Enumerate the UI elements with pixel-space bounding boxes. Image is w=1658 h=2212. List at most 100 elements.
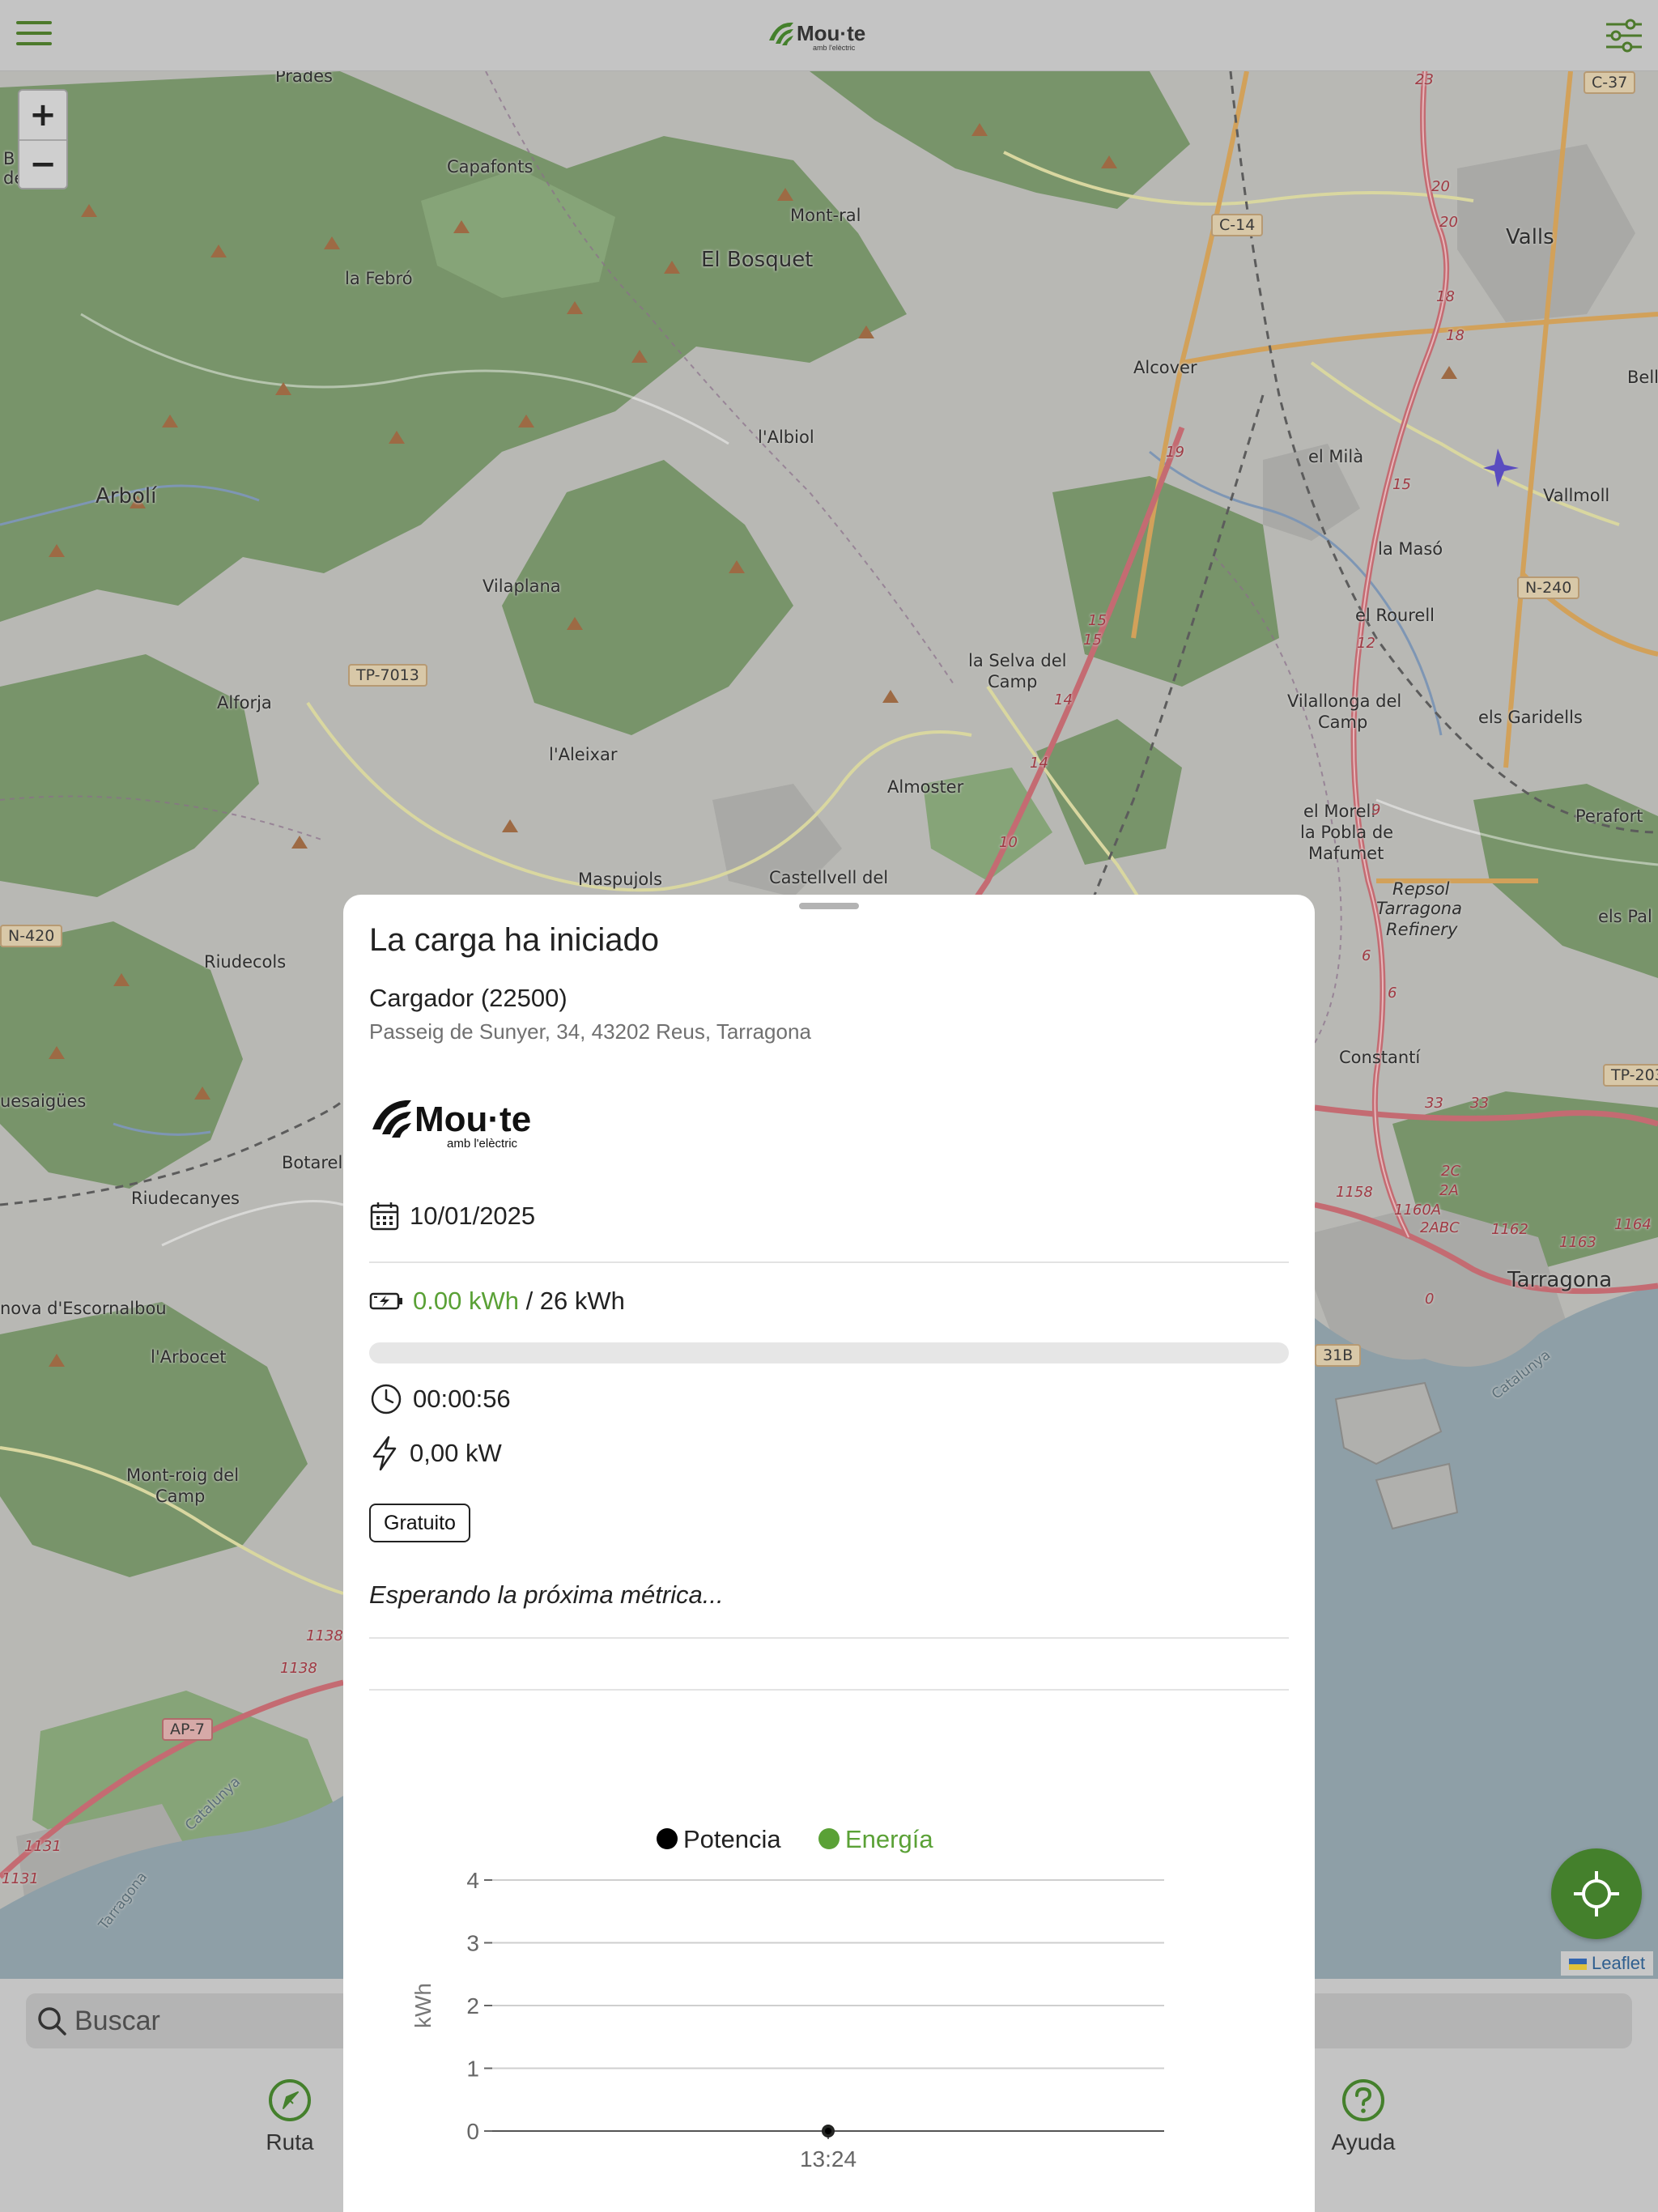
road-number: 6 — [1362, 947, 1371, 964]
map-label-place: Constantí — [1339, 1048, 1421, 1067]
road-shield: TP-203 — [1603, 1064, 1658, 1087]
road-number: 1164 — [1614, 1216, 1652, 1233]
sheet-title: La carga ha iniciado — [369, 922, 660, 958]
map-label-place: Valls — [1506, 225, 1554, 249]
road-number: 9 — [1371, 802, 1381, 819]
map-label-place: Mont-ral — [790, 206, 861, 225]
map-label-poi: Repsol — [1392, 879, 1450, 899]
energy-separator: / — [518, 1287, 540, 1315]
map-label-place: Vallmoll — [1543, 486, 1610, 505]
calendar-icon — [370, 1202, 399, 1231]
road-number: 0 — [1425, 1291, 1435, 1308]
road-number: 15 — [1392, 476, 1411, 493]
locate-me-button[interactable] — [1551, 1848, 1642, 1939]
lightning-bolt-icon — [372, 1436, 397, 1471]
road-number: 1162 — [1491, 1221, 1528, 1238]
y-tick-label: 4 — [466, 1868, 479, 1893]
road-number: 14 — [1030, 755, 1048, 772]
energy-row: 0.00 kWh / 26 kWh — [369, 1287, 625, 1316]
y-axis-label: kWh — [410, 1983, 436, 2028]
nav-route-label: Ruta — [266, 2129, 314, 2155]
road-number: 2ABC — [1420, 1219, 1460, 1236]
map-label-place: la Pobla de — [1300, 823, 1394, 842]
map-label-place: Arbolí — [96, 484, 157, 508]
road-number: 18 — [1436, 288, 1455, 305]
map-label-place: l'Arbocet — [151, 1347, 227, 1367]
ukraine-flag-icon — [1569, 1959, 1587, 1970]
map-attribution[interactable]: Leaflet — [1561, 1951, 1654, 1976]
road-number: 20 — [1431, 178, 1450, 195]
road-number: 1160A — [1394, 1202, 1442, 1219]
operator-logo-subtext: amb l'elèctric — [447, 1137, 518, 1151]
road-number: 2C — [1441, 1163, 1461, 1180]
road-number: 19 — [1166, 444, 1184, 461]
map-label-place: l'Aleixar — [549, 745, 618, 764]
current-power: 0,00 kW — [410, 1439, 502, 1467]
divider — [369, 1261, 1289, 1263]
date-row: 10/01/2025 — [369, 1201, 535, 1231]
map-label-place: Mafumet — [1308, 844, 1384, 863]
map-label-place: nova d'Escornalbou — [0, 1299, 167, 1318]
map-label-place: Camp — [1318, 713, 1368, 732]
road-number: 12 — [1357, 635, 1375, 652]
nav-help-label: Ayuda — [1331, 2129, 1396, 2155]
map-label-place: Mont-roig del — [126, 1465, 240, 1485]
road-shield: TP-7013 — [348, 664, 427, 687]
map-label-place: Maspujols — [578, 870, 663, 889]
road-number: 1158 — [1336, 1184, 1373, 1201]
y-tick-label: 2 — [466, 1993, 479, 2018]
top-app-bar: Mou·te amb l'elèctric — [0, 0, 1658, 71]
road-shield: C-37 — [1584, 71, 1636, 94]
map-label-place: la Febró — [345, 269, 413, 288]
help-question-icon — [1342, 2079, 1384, 2121]
legend-label: Potencia — [683, 1825, 781, 1853]
zoom-control: + − — [18, 89, 68, 189]
road-number: 18 — [1446, 327, 1465, 344]
map-label-place: els Garidells — [1478, 708, 1583, 727]
map-label-place: el Milà — [1308, 447, 1364, 466]
clock-icon — [371, 1384, 402, 1414]
filter-sliders-icon[interactable] — [1605, 18, 1643, 53]
road-number: 15 — [1088, 612, 1107, 629]
nav-help-button[interactable]: Ayuda — [1299, 2078, 1428, 2155]
charger-name: Cargador (22500) — [369, 984, 568, 1012]
nav-route-button[interactable]: Ruta — [225, 2078, 355, 2155]
charger-address: Passeig de Sunyer, 34, 43202 Reus, Tarra… — [369, 1019, 811, 1044]
charging-session-sheet: La carga ha iniciado Cargador (22500) Pa… — [343, 895, 1315, 2212]
map-label-place: Alcover — [1133, 358, 1197, 377]
map-label-place: Castellvell del — [769, 868, 889, 887]
road-number: 23 — [1415, 71, 1434, 88]
map-label-place: la Masó — [1378, 539, 1443, 559]
road-number: 1138 — [280, 1660, 317, 1677]
map-label-place: Tarragona — [1507, 1268, 1613, 1292]
map-label-place: Botarell — [282, 1153, 348, 1172]
series-point-potencia — [823, 2126, 833, 2136]
map-label-place: Camp — [155, 1487, 206, 1506]
operator-logo: Mou·te amb l'elèctric — [369, 1089, 563, 1154]
sheet-drag-handle[interactable] — [799, 903, 859, 909]
map-label-place: el Rourell — [1355, 606, 1435, 625]
zoom-out-button[interactable]: − — [19, 139, 66, 188]
road-number: 1131 — [24, 1838, 62, 1855]
elapsed-time: 00:00:56 — [413, 1385, 511, 1413]
elapsed-time-row: 00:00:56 — [369, 1382, 511, 1416]
map-label-place: uesaigües — [0, 1091, 87, 1111]
app-logo: Mou·te amb l'elèctric — [766, 16, 879, 55]
energy-capacity: 26 kWh — [539, 1287, 625, 1315]
battery-charging-icon — [369, 1292, 402, 1310]
attribution-link[interactable]: Leaflet — [1592, 1953, 1645, 1973]
waiting-message: Esperando la próxima métrica... — [369, 1580, 724, 1609]
y-tick-label: 0 — [466, 2119, 479, 2144]
map-label-place: Riudecanyes — [131, 1189, 240, 1208]
road-number: 6 — [1388, 985, 1397, 1002]
road-number: 2A — [1439, 1182, 1459, 1199]
hamburger-menu-icon[interactable] — [16, 21, 52, 50]
road-number: 14 — [1054, 691, 1073, 708]
map-label-place: el Morell — [1303, 802, 1376, 821]
map-label-place: B — [3, 149, 15, 168]
map-label-place: els Pal — [1598, 907, 1652, 926]
zoom-in-button[interactable]: + — [19, 91, 66, 139]
road-number: 1138 — [306, 1627, 343, 1644]
y-tick-label: 1 — [466, 2057, 479, 2082]
road-shield: AP-7 — [162, 1718, 213, 1741]
